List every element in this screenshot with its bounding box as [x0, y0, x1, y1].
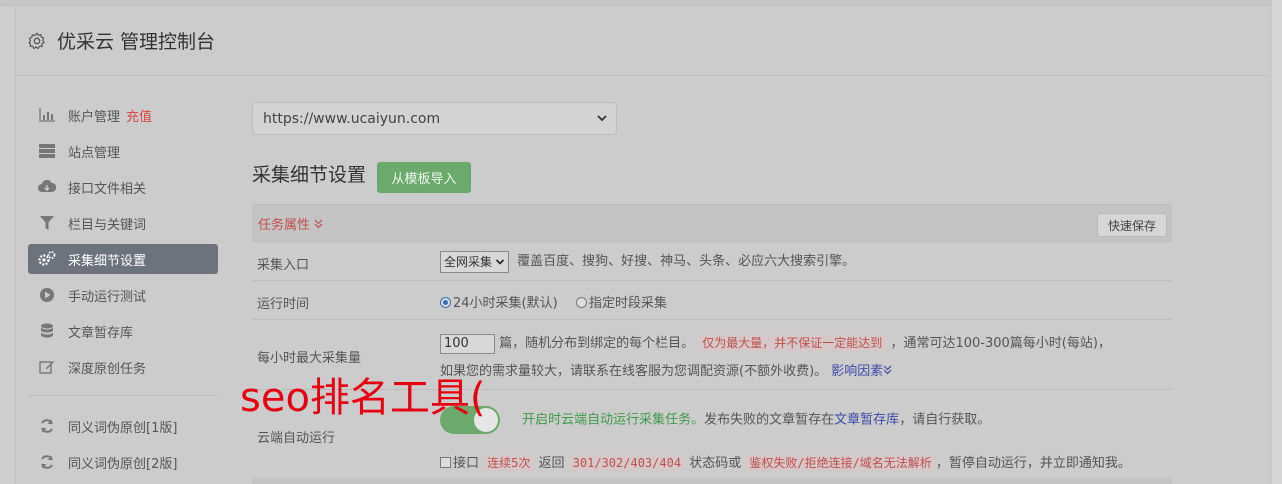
sidebar-item-columns-keywords[interactable]: 栏目与关键词: [28, 205, 218, 241]
import-template-button[interactable]: 从模板导入: [377, 162, 471, 193]
max-per-hour-value: 100: [444, 335, 469, 351]
code-consecutive: 连续5次: [483, 455, 535, 471]
sidebar-item-article-store[interactable]: 文章暂存库: [28, 313, 218, 349]
cloud-run-toggle[interactable]: [440, 406, 500, 434]
sidebar-item-label: 文章暂存库: [68, 325, 134, 341]
max-per-hour-note: 仅为最大量，并不保证一定能达到: [698, 335, 887, 351]
sidebar-item-label: 栏目与关键词: [68, 217, 147, 233]
max-per-hour-text1: 篇，随机分布到绑定的每个栏目。: [499, 336, 695, 351]
sidebar-item-label: 账户管理: [68, 109, 121, 125]
interface-pause-checkbox[interactable]: [440, 457, 451, 468]
sidebar-item-label: 站点管理: [68, 145, 121, 161]
cloud-download-icon: [38, 178, 56, 196]
cloud-run-green-text: 开启时云端自动运行采集任务。: [522, 412, 705, 428]
table-header: 任务属性 快速保存: [252, 204, 1172, 242]
max-per-hour-text2: ，通常可达100-300篇每小时(每站)，: [890, 336, 1111, 351]
code-errors: 鉴权失败/拒绝连接/域名无法解析: [745, 455, 936, 471]
entry-description: 覆盖百度、搜狗、好搜、神马、头条、必应六大搜索引擎。: [517, 254, 856, 269]
sidebar: 账户管理 充值 站点管理 接口文件相关 栏目与关键词 采集细节设置 手动运行测试: [28, 97, 218, 480]
server-icon: [38, 142, 56, 160]
entry-select[interactable]: 全网采集: [440, 250, 510, 273]
chevron-down-icon: [597, 115, 607, 122]
double-chevron-down-icon: [314, 219, 323, 228]
recharge-link[interactable]: 充值: [126, 106, 152, 125]
sidebar-item-synonym-v2[interactable]: 同义词伪原创[2版]: [28, 444, 218, 480]
site-select[interactable]: https://www.ucaiyun.com: [252, 102, 617, 135]
cloud-run-text4: 状态码或: [689, 456, 742, 471]
gears-icon: [38, 250, 56, 268]
cloud-run-label: 云端自动运行: [257, 431, 336, 446]
entry-label: 采集入口: [257, 258, 310, 273]
section-title: 采集细节设置: [252, 164, 367, 186]
row-max-per-hour: 每小时最大采集量 100 篇，随机分布到绑定的每个栏目。 仅为最大量，并不保证一…: [252, 320, 1172, 390]
influence-factors-link[interactable]: 影响因素: [831, 364, 892, 379]
interface-check-label: 接口: [453, 456, 480, 471]
double-chevron-down-icon: [883, 365, 892, 375]
cloud-run-text5: ，暂停自动运行，并立即通知我。: [935, 456, 1131, 471]
console-header: 优采云 管理控制台: [15, 6, 1271, 76]
max-per-hour-label: 每小时最大采集量: [257, 351, 362, 366]
article-store-link[interactable]: 文章暂存库: [834, 413, 899, 428]
max-per-hour-text3: 如果您的需求量较大，请联系在线客服为您调配资源(不额外收费)。: [440, 364, 828, 379]
sidebar-item-interface-files[interactable]: 接口文件相关: [28, 169, 218, 205]
row-cloud-run: 云端自动运行 开启时云端自动运行采集任务。发布失败的文章暂存在文章暂存库，请自行…: [252, 390, 1172, 480]
task-attributes-label: 任务属性: [258, 217, 311, 233]
edit-icon: [38, 358, 56, 376]
sidebar-item-manual-test[interactable]: 手动运行测试: [28, 277, 218, 313]
sidebar-item-sites[interactable]: 站点管理: [28, 133, 218, 169]
filter-icon: [38, 214, 56, 232]
sidebar-item-label: 同义词伪原创[1版]: [68, 420, 178, 436]
runtime-scheduled-label: 指定时段采集: [588, 296, 667, 311]
cloud-run-text1: 发布失败的文章暂存在: [704, 412, 835, 428]
sidebar-item-account[interactable]: 账户管理 充值: [28, 97, 218, 133]
sidebar-item-label: 接口文件相关: [68, 181, 147, 197]
cloud-run-text3: 返回: [538, 456, 565, 471]
site-select-value: https://www.ucaiyun.com: [263, 110, 441, 127]
row-entry: 采集入口 全网采集 覆盖百度、搜狗、好搜、神马、头条、必应六大搜索引擎。: [252, 242, 1172, 281]
sidebar-divider: [28, 395, 218, 396]
task-attributes-toggle[interactable]: 任务属性: [258, 214, 323, 233]
runtime-24h-label: 24小时采集(默认): [453, 296, 558, 311]
row-runtime: 运行时间 24小时采集(默认) 指定时段采集: [252, 281, 1172, 320]
runtime-label: 运行时间: [257, 297, 310, 312]
chevron-down-icon: [495, 258, 505, 265]
settings-table: 任务属性 快速保存 采集入口 全网采集 覆盖百度、搜狗、好搜、神马、头条、必应六…: [252, 204, 1172, 480]
sidebar-item-deep-original[interactable]: 深度原创任务: [28, 349, 218, 385]
play-circle-icon: [38, 286, 56, 304]
code-status: 301/302/403/404: [568, 455, 686, 471]
table-footer-strip: [252, 478, 1172, 484]
sidebar-item-synonym-v1[interactable]: 同义词伪原创[1版]: [28, 408, 218, 444]
entry-select-value: 全网采集: [444, 255, 493, 269]
sidebar-item-collection-settings[interactable]: 采集细节设置: [28, 244, 218, 274]
gear-icon: [28, 32, 45, 49]
sidebar-item-label: 同义词伪原创[2版]: [68, 456, 178, 472]
scrollbar-gutter[interactable]: [1272, 0, 1282, 484]
refresh-icon: [38, 417, 56, 435]
runtime-24h-radio[interactable]: [440, 297, 451, 308]
runtime-scheduled-radio[interactable]: [575, 297, 587, 308]
sidebar-item-label: 手动运行测试: [68, 289, 147, 305]
page-title: 优采云 管理控制台: [57, 31, 216, 53]
max-per-hour-input[interactable]: 100: [440, 333, 495, 354]
sidebar-item-label: 采集细节设置: [68, 253, 147, 269]
refresh-icon: [38, 453, 56, 471]
influence-factors-label: 影响因素: [831, 364, 884, 379]
sidebar-item-label: 深度原创任务: [68, 361, 147, 377]
bar-chart-icon: [38, 106, 56, 124]
cloud-run-text2: ，请自行获取。: [899, 412, 991, 428]
database-icon: [38, 322, 56, 340]
quick-save-button[interactable]: 快速保存: [1096, 213, 1167, 237]
